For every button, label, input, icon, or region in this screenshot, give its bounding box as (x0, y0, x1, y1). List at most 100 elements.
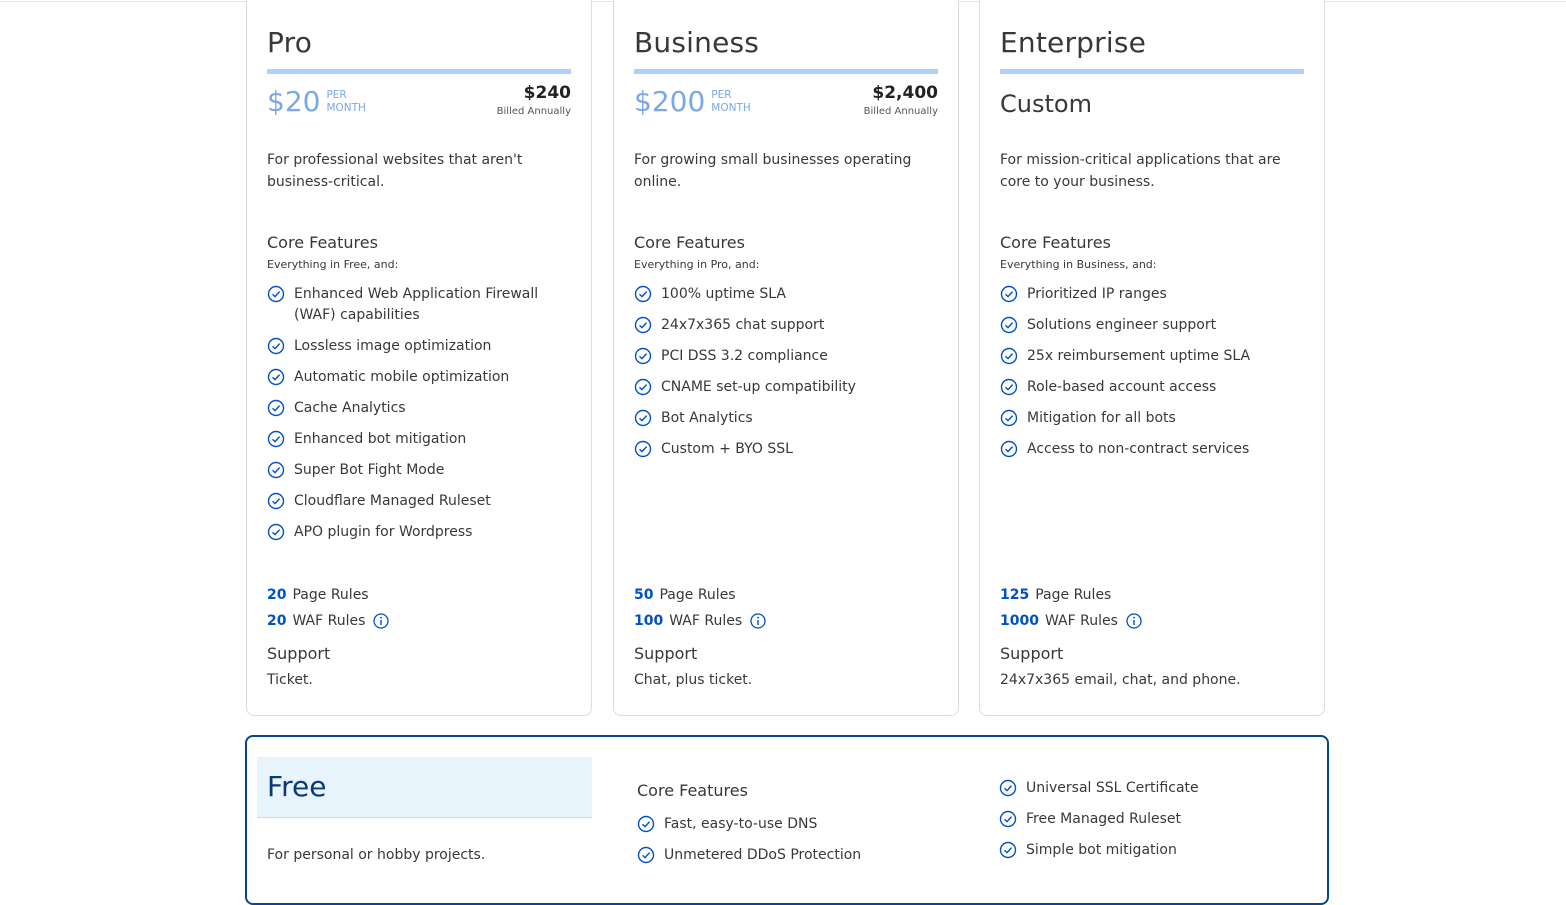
check-circle-icon (1000, 347, 1018, 365)
check-circle-icon (1000, 440, 1018, 458)
price-amount: $200 (634, 85, 706, 118)
check-circle-icon (634, 316, 652, 334)
core-features-subtitle: Everything in Pro, and: (634, 258, 760, 271)
feature-item: Super Bot Fight Mode (267, 460, 571, 481)
check-circle-icon (267, 430, 285, 448)
feature-item: Bot Analytics (634, 408, 938, 429)
feature-item: Mitigation for all bots (1000, 408, 1304, 429)
feature-item: Prioritized IP ranges (1000, 284, 1304, 305)
check-circle-icon (637, 815, 655, 833)
feature-item: Universal SSL Certificate (999, 778, 1199, 799)
support-text: Ticket. (267, 672, 313, 688)
plan-name: Enterprise (1000, 26, 1147, 59)
check-circle-icon (634, 440, 652, 458)
core-features-title: Core Features (637, 781, 748, 800)
check-circle-icon (634, 285, 652, 303)
annual-price: $240 Billed Annually (497, 83, 571, 119)
core-features-subtitle: Everything in Business, and: (1000, 258, 1157, 271)
check-circle-icon (267, 523, 285, 541)
page-rules: 50 Page Rules (634, 585, 736, 605)
feature-item: Unmetered DDoS Protection (637, 845, 861, 866)
waf-rules-count: 20 (267, 613, 287, 629)
plan-card-business: Business $200 PER MONTH $2,400 Billed An… (613, 0, 959, 716)
price-unit: PER MONTH (326, 89, 366, 114)
feature-item: PCI DSS 3.2 compliance (634, 346, 938, 367)
plan-accent-bar (1000, 69, 1304, 74)
core-features-subtitle: Everything in Free, and: (267, 258, 399, 271)
feature-item: 25x reimbursement uptime SLA (1000, 346, 1304, 367)
core-features-title: Core Features (267, 233, 378, 252)
feature-item: Cache Analytics (267, 398, 571, 419)
feature-item: Lossless image optimization (267, 336, 571, 357)
plan-description: For personal or hobby projects. (267, 847, 486, 863)
page-rules-label: Page Rules (292, 587, 369, 603)
check-circle-icon (267, 368, 285, 386)
feature-item: Role-based account access (1000, 377, 1304, 398)
check-circle-icon (634, 378, 652, 396)
feature-item: 100% uptime SLA (634, 284, 938, 305)
check-circle-icon (267, 492, 285, 510)
check-circle-icon (267, 399, 285, 417)
check-circle-icon (267, 461, 285, 479)
check-circle-icon (1000, 316, 1018, 334)
support-title: Support (1000, 644, 1064, 663)
support-title: Support (634, 644, 698, 663)
price-unit: PER MONTH (711, 89, 751, 114)
feature-item: APO plugin for Wordpress (267, 522, 571, 543)
feature-item: Cloudflare Managed Ruleset (267, 491, 571, 512)
feature-item: Enhanced Web Application Firewall (WAF) … (267, 284, 571, 326)
info-icon[interactable] (373, 613, 390, 629)
info-icon[interactable] (750, 613, 766, 629)
check-circle-icon (1000, 409, 1018, 427)
waf-rules: 20 WAF Rules (267, 611, 390, 631)
feature-item: Automatic mobile optimization (267, 367, 571, 388)
plan-name: Business (634, 26, 760, 59)
support-title: Support (267, 644, 331, 663)
annual-label: Billed Annually (863, 106, 938, 117)
annual-price: $2,400 Billed Annually (864, 83, 938, 119)
page-rules-count: 20 (267, 587, 287, 603)
support-text: 24x7x365 email, chat, and phone. (1000, 672, 1241, 688)
feature-item: CNAME set-up compatibility (634, 377, 938, 398)
check-circle-icon (999, 779, 1017, 797)
feature-item: Solutions engineer support (1000, 315, 1304, 336)
feature-item: Custom + BYO SSL (634, 439, 938, 460)
waf-rules: 100 WAF Rules (634, 611, 766, 631)
plan-description: For professional websites that aren't bu… (267, 152, 523, 190)
feature-item: Enhanced bot mitigation (267, 429, 571, 450)
plan-name: Pro (267, 26, 313, 59)
custom-price: Custom (1000, 90, 1092, 118)
feature-item: Free Managed Ruleset (999, 809, 1199, 830)
check-circle-icon (267, 337, 285, 355)
feature-list: Fast, easy-to-use DNS Unmetered DDoS Pro… (637, 814, 861, 876)
waf-rules-label: WAF Rules (1044, 613, 1118, 629)
feature-item: 24x7x365 chat support (634, 315, 938, 336)
annual-amount: $240 (523, 83, 571, 103)
page-rules-count: 50 (634, 587, 654, 603)
free-plan-header: Free (257, 757, 592, 818)
plan-card-pro: Pro $20 PER MONTH $240 Billed Annually F… (246, 0, 592, 716)
price-amount: $20 (267, 85, 321, 118)
waf-rules-label: WAF Rules (292, 613, 366, 629)
feature-item: Access to non-contract services (1000, 439, 1304, 460)
page-rules-label: Page Rules (1035, 587, 1112, 603)
check-circle-icon (999, 810, 1017, 828)
waf-rules-count: 100 (634, 613, 664, 629)
info-icon[interactable] (1126, 613, 1142, 629)
check-circle-icon (634, 347, 652, 365)
annual-label: Billed Annually (496, 106, 571, 117)
plan-name: Free (267, 770, 327, 803)
core-features-title: Core Features (1000, 233, 1111, 252)
plan-description: For growing small businesses operating o… (634, 152, 912, 190)
support-text: Chat, plus ticket. (634, 672, 753, 688)
plan-accent-bar (267, 69, 571, 74)
plan-card-free: Free For personal or hobby projects. Cor… (245, 735, 1329, 905)
plan-accent-bar (634, 69, 938, 74)
feature-list: Universal SSL Certificate Free Managed R… (999, 778, 1199, 871)
core-features-title: Core Features (634, 233, 745, 252)
page-rules: 125 Page Rules (1000, 585, 1111, 605)
feature-list: Prioritized IP ranges Solutions engineer… (1000, 284, 1304, 470)
monthly-price: $200 PER MONTH (634, 85, 751, 119)
plan-card-enterprise: Enterprise Custom For mission-critical a… (979, 0, 1325, 716)
page-rules-label: Page Rules (659, 587, 736, 603)
